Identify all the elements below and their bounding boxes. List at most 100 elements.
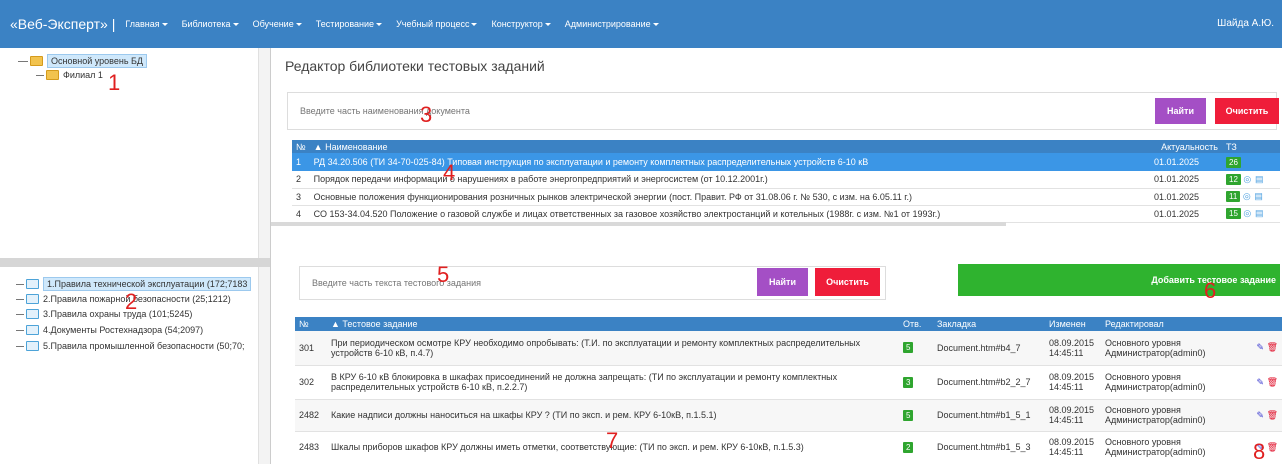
section-item-3[interactable]: 3.Правила охраны труда (101;5245) — [16, 309, 192, 319]
tree-child-node[interactable]: Филиал 1 — [36, 70, 103, 80]
marker-1: 1 — [108, 70, 121, 95]
user-name[interactable]: Шайда А.Ю. — [1217, 18, 1274, 29]
menu-testing[interactable]: Тестирование — [316, 19, 383, 29]
tree-line-icon — [16, 283, 24, 285]
pane-splitter[interactable] — [0, 258, 270, 267]
col-task-number[interactable]: № — [295, 317, 327, 331]
edit-pencil-icon[interactable]: ✎ — [1257, 342, 1265, 352]
table-row[interactable]: 4 СО 153-34.04.520 Положение о газовой с… — [292, 205, 1280, 222]
delete-trash-icon[interactable]: 🗑 — [1267, 442, 1278, 452]
col-name[interactable]: ▲ Наименование — [310, 140, 1150, 153]
table-row[interactable]: 2483 Шкалы приборов шкафов КРУ должны им… — [295, 431, 1282, 463]
cell-editor: Основного уровня Администратор(admin0) — [1101, 365, 1225, 399]
document-icon[interactable]: ▤ — [1255, 174, 1264, 184]
cell-number: 302 — [299, 377, 315, 387]
cell-modified: 08.09.2015 14:45:11 — [1045, 331, 1101, 365]
chevron-down-icon — [652, 23, 659, 27]
menu-main[interactable]: Главная — [125, 19, 168, 29]
folder-icon — [26, 279, 39, 289]
table-row[interactable]: 2 Порядок передачи информации о нарушени… — [292, 171, 1280, 188]
section-item-label: 5.Правила промышленной безопасности (50;… — [43, 341, 245, 351]
table-row[interactable]: 2482 Какие надписи должны наноситься на … — [295, 399, 1282, 431]
doc-search-box — [287, 92, 1277, 130]
add-task-button[interactable]: Добавить тестовое задание — [958, 264, 1280, 296]
delete-trash-icon[interactable]: 🗑 — [1267, 410, 1278, 420]
menu-learning[interactable]: Обучение — [253, 19, 302, 29]
modified-time: 14:45:11 — [1049, 382, 1084, 392]
test-icon[interactable]: ◎ — [1243, 174, 1252, 184]
cell-name: РД 34.20.506 (ТИ 34-70-025-84) Типовая и… — [313, 157, 869, 167]
modified-time: 14:45:11 — [1049, 447, 1084, 458]
col-number[interactable]: № — [292, 140, 310, 153]
menu-admin[interactable]: Администрирование — [565, 19, 659, 29]
cell-editor: Основного уровня Администратор(admin0) — [1101, 431, 1225, 463]
task-search-input[interactable] — [312, 278, 752, 288]
section-item-4[interactable]: 4.Документы Ростехнадзора (54;2097) — [16, 325, 203, 335]
count-badge: 15 — [1226, 208, 1241, 219]
modified-date: 08.09.2015 — [1049, 405, 1095, 415]
delete-trash-icon[interactable]: 🗑 — [1267, 342, 1278, 352]
section-scrollbar[interactable] — [258, 267, 270, 464]
menu-constructor[interactable]: Конструктор — [491, 19, 551, 29]
tree-scrollbar[interactable] — [258, 48, 270, 258]
col-date[interactable]: Актуальность — [1150, 140, 1222, 153]
cell-text: Какие надписи должны наноситься на шкафы… — [331, 410, 717, 420]
doc-clear-button[interactable]: Очистить — [1215, 98, 1279, 124]
doc-find-button[interactable]: Найти — [1155, 98, 1206, 124]
edit-pencil-icon[interactable]: ✎ — [1257, 377, 1265, 387]
col-task-text[interactable]: ▲ Тестовое задание — [327, 317, 899, 331]
chevron-down-icon — [544, 23, 551, 27]
document-icon[interactable]: ▤ — [1254, 191, 1263, 201]
doc-table-scrollbar[interactable] — [271, 222, 1006, 226]
modified-time: 14:45:11 — [1049, 347, 1084, 358]
page-title: Редактор библиотеки тестовых заданий — [285, 58, 545, 74]
col-modified[interactable]: Изменен — [1045, 317, 1101, 331]
cell-name: СО 153-34.04.520 Положение о газовой слу… — [313, 208, 941, 219]
chevron-down-icon — [295, 23, 302, 27]
table-row[interactable]: 301 При периодическом осмотре КРУ необхо… — [295, 331, 1282, 365]
table-row[interactable]: 302 В КРУ 6-10 кВ блокировка в шкафах пр… — [295, 365, 1282, 399]
table-row[interactable]: 1 РД 34.20.506 (ТИ 34-70-025-84) Типовая… — [292, 153, 1280, 171]
tree-root-node[interactable]: Основной уровень БД — [18, 54, 148, 68]
section-item-2[interactable]: 2.Правила пожарной безопасности (25;1212… — [16, 294, 231, 304]
cell-bookmark: Document.htm#b1_5_3 — [937, 442, 1031, 453]
menu-process[interactable]: Учебный процесс — [396, 19, 478, 29]
menu-library[interactable]: Библиотека — [182, 19, 239, 29]
section-item-5[interactable]: 5.Правила промышленной безопасности (50;… — [16, 341, 244, 351]
cell-answers: 2 — [899, 431, 933, 463]
task-table: № ▲ Тестовое задание Отв. Закладка Измен… — [295, 317, 1282, 463]
menu-library-label: Библиотека — [181, 19, 231, 29]
section-item-label: 1.Правила технической эксплуатации (172;… — [43, 277, 252, 291]
menu-learning-label: Обучение — [252, 19, 294, 29]
sort-up-icon: ▲ — [313, 141, 326, 152]
cell-count: 15 ◎ ▤ — [1222, 205, 1280, 222]
brand-logo[interactable]: «Веб-Эксперт» | — [10, 16, 115, 32]
folder-icon — [46, 70, 59, 80]
col-answers[interactable]: Отв. — [899, 317, 933, 331]
cell-actions: ✎ 🗑 — [1225, 365, 1282, 399]
table-row[interactable]: 3 Основные положения функционирования ро… — [292, 188, 1280, 205]
col-bookmark[interactable]: Закладка — [933, 317, 1045, 331]
cell-answers: 5 — [899, 399, 933, 431]
task-clear-button[interactable]: Очистить — [815, 268, 880, 296]
top-navbar: «Веб-Эксперт» | Главная Библиотека Обуче… — [0, 0, 1282, 48]
test-icon[interactable]: ◎ — [1243, 191, 1252, 201]
task-find-button[interactable]: Найти — [757, 268, 808, 296]
cell-bookmark: Document.htm#b4_7 — [937, 342, 1021, 353]
delete-trash-icon[interactable]: 🗑 — [1267, 377, 1278, 387]
col-editor[interactable]: Редактировал — [1101, 317, 1225, 331]
editor-name: Администратор(admin0) — [1105, 382, 1206, 392]
answers-badge: 3 — [903, 376, 914, 388]
edit-pencil-icon[interactable]: ✎ — [1257, 410, 1265, 420]
tree-line-icon — [16, 329, 24, 331]
document-icon[interactable]: ▤ — [1255, 208, 1264, 218]
test-icon[interactable]: ◎ — [1243, 208, 1252, 218]
cell-answers: 3 — [899, 365, 933, 399]
task-table-header: № ▲ Тестовое задание Отв. Закладка Измен… — [295, 317, 1282, 331]
count-badge: 11 — [1226, 191, 1241, 202]
menu-process-label: Учебный процесс — [396, 19, 470, 29]
cell-name: Основные положения функционирования розн… — [313, 191, 912, 202]
col-count[interactable]: ТЗ — [1222, 140, 1280, 153]
answers-badge: 5 — [903, 409, 914, 421]
modified-time: 14:45:11 — [1049, 415, 1084, 425]
